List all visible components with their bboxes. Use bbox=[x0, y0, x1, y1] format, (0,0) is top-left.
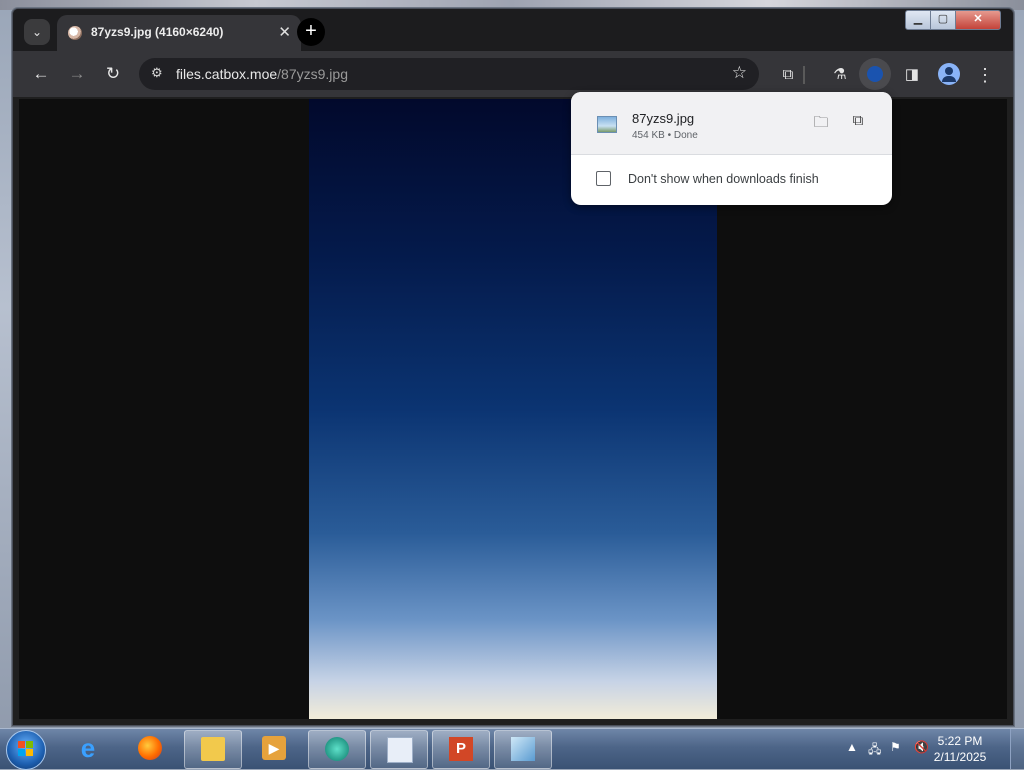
download-size: 454 KB bbox=[632, 130, 665, 141]
image-file-icon bbox=[597, 116, 617, 133]
show-hidden-icons-icon[interactable]: ▲ bbox=[846, 740, 858, 754]
avatar-head bbox=[945, 67, 953, 75]
taskbar: e ▶ P ▲ 🖧 ⚑ 🔇 5:22 PM 2/11/2025 bbox=[0, 728, 1024, 770]
divider bbox=[571, 154, 892, 155]
tab-title: 87yzs9.jpg (4160×6240) bbox=[91, 25, 224, 39]
open-external-icon[interactable]: ⧉ bbox=[848, 112, 868, 132]
clock[interactable]: 5:22 PM 2/11/2025 bbox=[930, 733, 990, 765]
taskbar-document[interactable] bbox=[370, 730, 428, 769]
forward-button[interactable]: → bbox=[66, 63, 88, 85]
download-progress-icon bbox=[867, 66, 883, 82]
taskbar-app[interactable] bbox=[494, 730, 552, 769]
tab-strip: ⌄ 87yzs9.jpg (4160×6240) ✕ + ▁ ▢ ✕ bbox=[13, 9, 1013, 51]
taskbar-active-app[interactable] bbox=[308, 730, 366, 769]
firefox-icon bbox=[138, 736, 162, 760]
download-meta: 454 KB • Done bbox=[632, 130, 698, 141]
address-url[interactable]: files.catbox.moe/87yzs9.jpg bbox=[176, 66, 348, 82]
clock-date: 2/11/2025 bbox=[933, 750, 987, 764]
toolbar-divider bbox=[803, 66, 805, 84]
side-panel-icon[interactable]: ◨ bbox=[901, 64, 923, 86]
close-window-button[interactable]: ✕ bbox=[955, 10, 1001, 30]
network-icon[interactable]: 🖧 bbox=[868, 740, 881, 761]
document-icon bbox=[387, 737, 413, 763]
extensions-icon[interactable]: ⧉ bbox=[777, 64, 799, 86]
reload-button[interactable]: ↻ bbox=[102, 63, 124, 85]
powerpoint-icon: P bbox=[449, 737, 473, 761]
download-separator: • bbox=[664, 130, 674, 141]
profile-avatar-icon[interactable] bbox=[938, 63, 960, 85]
file-explorer-icon bbox=[201, 737, 225, 761]
tab-active[interactable]: 87yzs9.jpg (4160×6240) ✕ bbox=[57, 15, 301, 51]
back-button[interactable]: ← bbox=[30, 63, 52, 85]
bookmark-star-icon[interactable]: ☆ bbox=[732, 63, 747, 83]
action-center-flag-icon[interactable]: ⚑ bbox=[890, 740, 901, 754]
active-app-icon bbox=[325, 737, 349, 761]
toolbar: ← → ↻ ⚙ files.catbox.moe/87yzs9.jpg ☆ ⧉ … bbox=[13, 51, 1013, 97]
maximize-button[interactable]: ▢ bbox=[930, 10, 956, 30]
download-bubble: 87yzs9.jpg 454 KB • Done 🗀 ⧉ Don't show … bbox=[571, 92, 892, 205]
download-item[interactable]: 87yzs9.jpg 454 KB • Done 🗀 ⧉ bbox=[571, 92, 892, 154]
windows-logo-icon bbox=[18, 741, 34, 757]
taskbar-powerpoint[interactable]: P bbox=[432, 730, 490, 769]
taskbar-file-explorer[interactable] bbox=[184, 730, 242, 769]
site-info-icon[interactable]: ⚙ bbox=[151, 65, 163, 81]
menu-kebab-icon[interactable]: ⋮ bbox=[974, 64, 996, 86]
dont-show-label[interactable]: Don't show when downloads finish bbox=[628, 172, 819, 186]
url-path: /87yzs9.jpg bbox=[277, 66, 348, 82]
internet-explorer-icon: e bbox=[80, 733, 96, 763]
download-status: Done bbox=[673, 130, 698, 141]
taskbar-firefox[interactable] bbox=[122, 730, 178, 767]
new-tab-button[interactable]: + bbox=[297, 18, 325, 46]
show-in-folder-icon[interactable]: 🗀 bbox=[811, 112, 831, 132]
minimize-button[interactable]: ▁ bbox=[905, 10, 931, 30]
avatar-body bbox=[942, 76, 956, 82]
downloads-button[interactable] bbox=[859, 58, 891, 90]
address-bar[interactable]: ⚙ files.catbox.moe/87yzs9.jpg ☆ bbox=[139, 58, 759, 90]
media-player-icon: ▶ bbox=[262, 736, 286, 760]
dont-show-checkbox[interactable] bbox=[596, 171, 611, 186]
labs-flask-icon[interactable]: ⚗ bbox=[829, 64, 851, 86]
favicon-icon bbox=[68, 26, 82, 40]
download-file-name: 87yzs9.jpg bbox=[632, 111, 695, 126]
show-desktop-button[interactable] bbox=[1010, 729, 1024, 769]
clock-time: 5:22 PM bbox=[937, 734, 983, 748]
taskbar-media-player[interactable]: ▶ bbox=[246, 730, 302, 767]
url-host: files.catbox.moe bbox=[176, 66, 278, 82]
app-icon bbox=[511, 737, 535, 761]
taskbar-internet-explorer[interactable]: e bbox=[60, 730, 116, 767]
tab-close-icon[interactable]: ✕ bbox=[278, 23, 291, 41]
volume-muted-icon[interactable]: 🔇 bbox=[914, 740, 929, 754]
tab-search-button[interactable]: ⌄ bbox=[24, 19, 50, 45]
start-button[interactable] bbox=[6, 730, 46, 770]
